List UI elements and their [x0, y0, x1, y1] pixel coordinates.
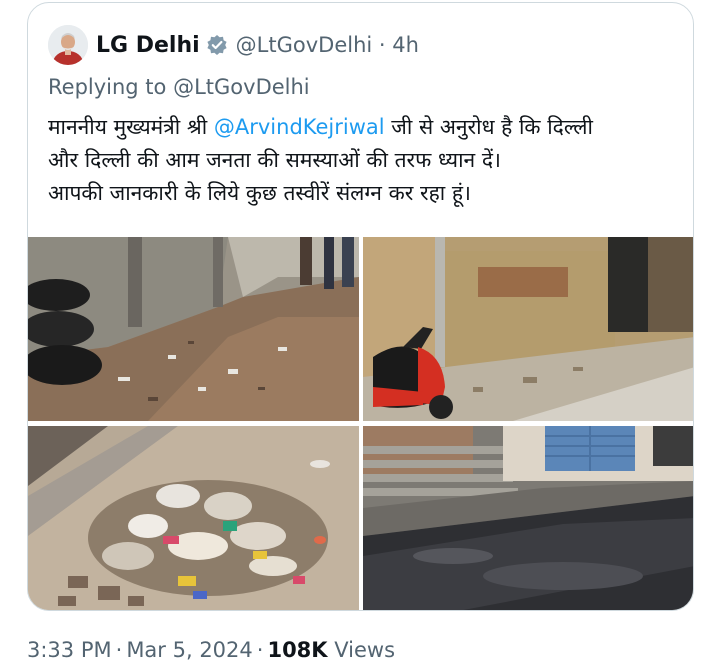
mention-link[interactable]: @ArvindKejriwal: [214, 115, 385, 139]
photo-dirty-water-shops[interactable]: [363, 426, 693, 610]
tweet-header: LG Delhi @LtGovDelhi · 4h: [48, 23, 419, 67]
verified-badge-icon: [206, 34, 228, 56]
handle-text: @LtGovDelhi: [235, 33, 373, 57]
tweet-text-line-1: माननीय मुख्यमंत्री श्री @ArvindKejriwal …: [48, 111, 678, 144]
photo-scooter-garbage-wall[interactable]: [363, 237, 693, 421]
replying-to: Replying to @LtGovDelhi: [48, 75, 310, 99]
post-date[interactable]: Mar 5, 2024: [126, 638, 252, 662]
photo-garbage-heap[interactable]: [28, 426, 359, 610]
tweet-text-line-3: आपकी जानकारी के लिये कुछ तस्वीरें संलग्न…: [48, 181, 471, 205]
media-grid: [28, 237, 693, 610]
replying-prefix: Replying to: [48, 75, 167, 99]
tweet-text-line-2: और दिल्ली की आम जनता की समस्याओं की तरफ …: [48, 148, 501, 172]
tweet-text: माननीय मुख्यमंत्री श्री @ArvindKejriwal …: [48, 111, 678, 210]
text-segment: माननीय मुख्यमंत्री श्री: [48, 115, 214, 139]
avatar[interactable]: [48, 25, 88, 65]
replying-to-mention[interactable]: @LtGovDelhi: [173, 75, 310, 99]
post-time[interactable]: 3:33 PM: [27, 638, 112, 662]
separator-dot: ·: [378, 33, 386, 57]
relative-time: 4h: [392, 33, 419, 57]
text-segment: जी से अनुरोध है कि दिल्ली: [384, 115, 593, 139]
separator-dot: ·: [115, 638, 123, 662]
tweet-meta: 3:33 PM · Mar 5, 2024 · 108K Views: [27, 638, 395, 662]
photo-garbage-in-lane[interactable]: [28, 237, 359, 421]
views-label: Views: [334, 638, 396, 662]
separator-dot: ·: [256, 638, 264, 662]
quoted-tweet-card[interactable]: LG Delhi @LtGovDelhi · 4h Replying to @L…: [27, 2, 694, 611]
author-name[interactable]: LG Delhi: [96, 33, 200, 58]
author-handle[interactable]: @LtGovDelhi · 4h: [236, 33, 419, 57]
views-count: 108K: [267, 638, 328, 662]
